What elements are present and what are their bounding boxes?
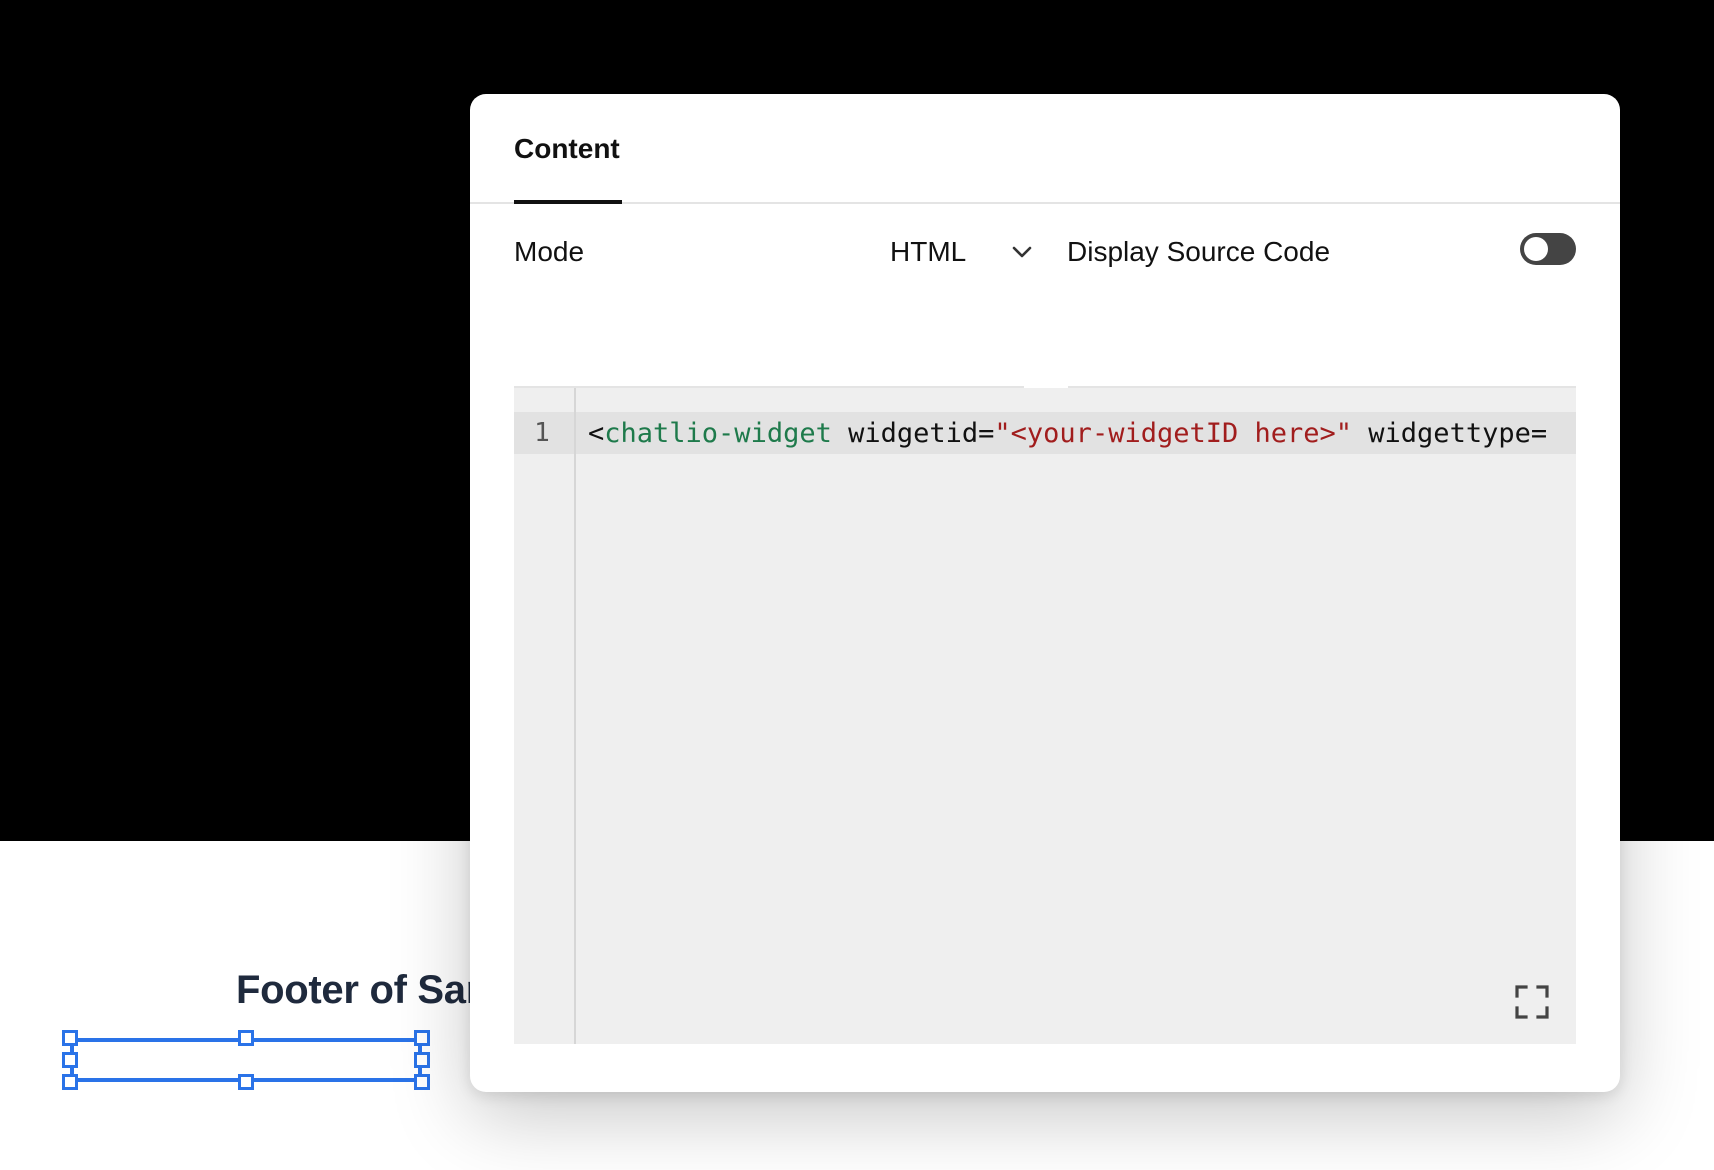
mode-dropdown[interactable]: HTML <box>878 206 1040 298</box>
resize-handle-middle-left[interactable] <box>62 1052 78 1068</box>
resize-handle-top-right[interactable] <box>414 1030 430 1046</box>
expand-icon[interactable] <box>1514 984 1550 1020</box>
line-number: 1 <box>534 418 550 448</box>
display-source-code-toggle[interactable] <box>1520 233 1576 265</box>
resize-handle-top-left[interactable] <box>62 1030 78 1046</box>
mode-label: Mode <box>514 236 585 267</box>
toggle-knob <box>1524 237 1548 261</box>
resize-handle-bottom-right[interactable] <box>414 1074 430 1090</box>
code-token-bracket: < <box>588 417 605 449</box>
tab-content[interactable]: Content <box>514 94 620 204</box>
footer-title: Footer of Sar <box>236 968 482 1012</box>
resize-handle-middle-right[interactable] <box>414 1052 430 1068</box>
code-token-string: "<your-widgetID here>" <box>994 417 1353 449</box>
resize-handle-bottom-left[interactable] <box>62 1074 78 1090</box>
code-token-attribute: widgetid= <box>831 417 995 449</box>
resize-handle-top-center[interactable] <box>238 1030 254 1046</box>
code-editor[interactable]: 1 < chatlio-widget widgetid= "<your-widget… <box>514 388 1576 1044</box>
line-number-gutter <box>514 388 576 1044</box>
code-block-editor-panel: Content Mode HTML Display Source Code 1 … <box>470 94 1620 1092</box>
mode-settings-row: Mode HTML Display Source Code <box>470 206 1620 298</box>
panel-tab-bar: Content <box>470 94 1620 204</box>
code-token-attribute: widgettype= <box>1352 417 1548 449</box>
code-line[interactable]: < chatlio-widget widgetid= "<your-widgetID… <box>588 412 1547 454</box>
display-source-code-label: Display Source Code <box>1067 236 1331 267</box>
code-token-tag: chatlio-widget <box>604 417 832 449</box>
resize-handle-bottom-center[interactable] <box>238 1074 254 1090</box>
chevron-down-icon <box>1010 240 1034 264</box>
mode-dropdown-value: HTML <box>890 236 967 267</box>
active-tab-indicator <box>514 200 622 204</box>
